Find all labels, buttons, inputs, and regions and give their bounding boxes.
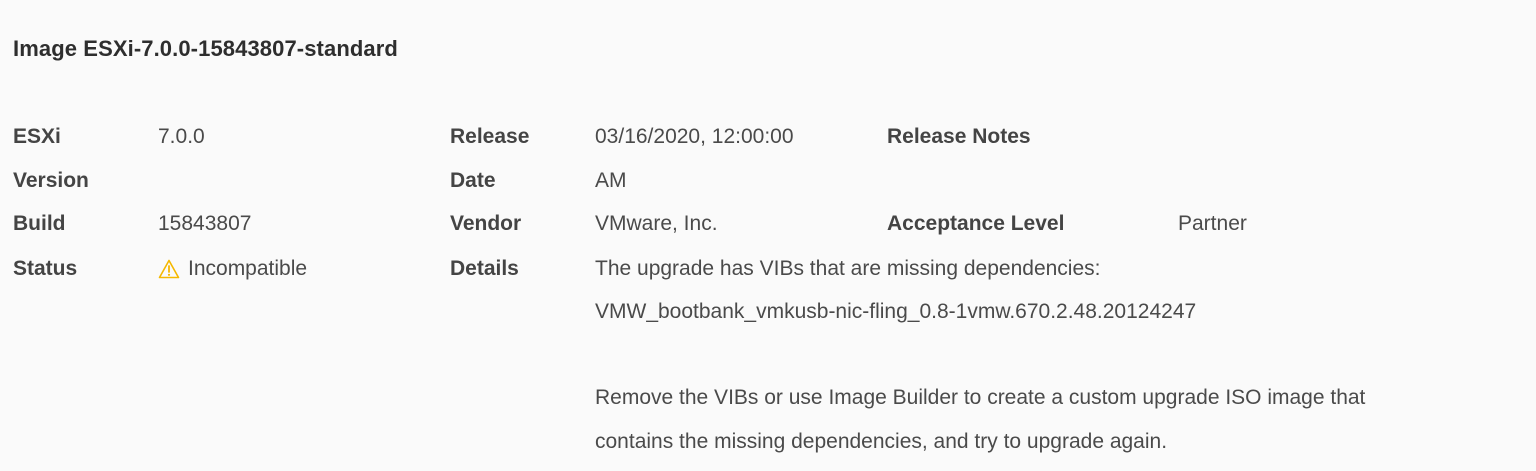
page-title: Image ESXi-7.0.0-15843807-standard — [13, 36, 398, 61]
vendor-value: VMware, Inc. — [595, 212, 718, 235]
details-text-line-3: Remove the VIBs or use Image Builder to … — [595, 386, 1366, 409]
release-date-value-cont: AM — [595, 169, 627, 192]
vendor-label: Vendor — [450, 212, 522, 235]
build-label: Build — [13, 212, 66, 235]
details-text-line-1: The upgrade has VIBs that are missing de… — [595, 257, 1101, 280]
status-value: Incompatible — [188, 257, 308, 280]
release-notes-label: Release Notes — [887, 125, 1031, 148]
esxi-version-label-cont: Version — [13, 169, 89, 192]
esxi-version-label: ESXi — [13, 125, 61, 148]
acceptance-level-label: Acceptance Level — [887, 212, 1065, 235]
build-value: 15843807 — [158, 212, 252, 235]
status-value-group: Incompatible — [158, 255, 307, 283]
release-date-value: 03/16/2020, 12:00:00 — [595, 125, 794, 148]
details-text-line-2: VMW_bootbank_vmkusb-nic-fling_0.8-1vmw.6… — [595, 300, 1197, 323]
acceptance-level-value: Partner — [1178, 212, 1247, 235]
release-date-label-cont: Date — [450, 169, 496, 192]
release-date-label: Release — [450, 125, 530, 148]
image-details-panel: Image ESXi-7.0.0-15843807-standard ESXi … — [0, 0, 1536, 471]
esxi-version-value: 7.0.0 — [158, 125, 205, 148]
warning-icon — [158, 259, 180, 279]
status-label: Status — [13, 257, 78, 280]
details-text-line-4: contains the missing dependencies, and t… — [595, 430, 1168, 453]
details-label: Details — [450, 257, 519, 280]
